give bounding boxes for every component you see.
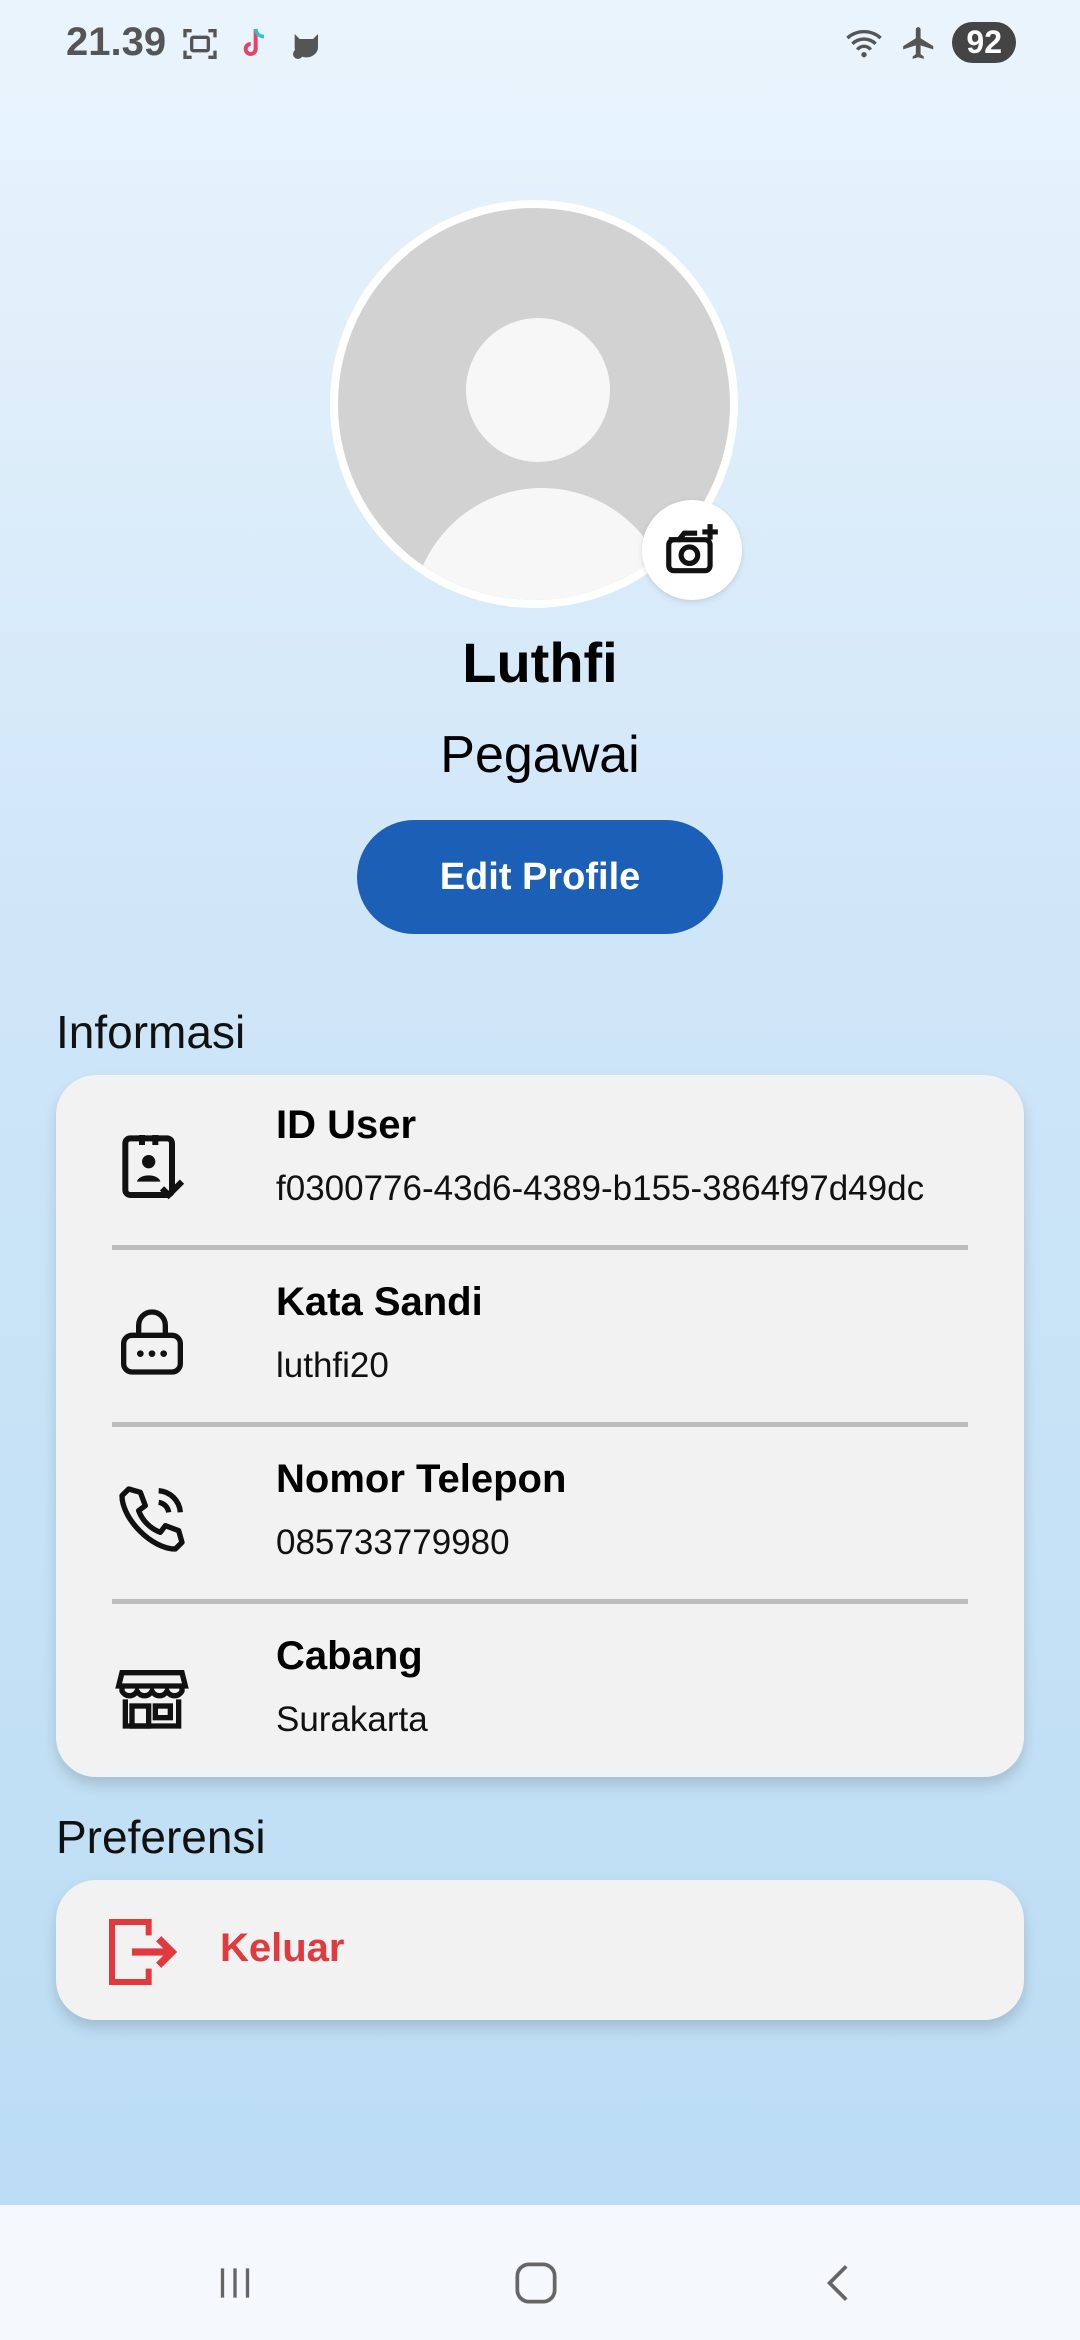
user-name: Luthfi: [462, 631, 618, 694]
status-time: 21.39: [66, 20, 167, 64]
logout-label: Keluar: [220, 1926, 345, 1970]
phone-icon: [119, 1486, 185, 1552]
system-icons: 92: [842, 22, 1016, 63]
info-label: ID User: [276, 1103, 417, 1147]
store-icon: [115, 1670, 189, 1729]
info-row-password: Kata Sandi luthfi20: [112, 1252, 1024, 1402]
avatar-head-shape: [466, 318, 610, 462]
id-badge-icon: [122, 1135, 185, 1200]
screenshot-icon: [183, 29, 217, 59]
home-button[interactable]: [496, 2243, 576, 2323]
recent-apps-button[interactable]: [195, 2243, 275, 2323]
notification-icons: [180, 24, 328, 64]
status-bar: 21.39 92: [0, 0, 1080, 90]
tiktok-icon: [243, 28, 265, 56]
divider: [112, 1422, 968, 1427]
info-row-branch: Cabang Surakarta: [112, 1606, 1024, 1756]
logout-button[interactable]: Keluar: [56, 1880, 1024, 2020]
info-row-phone: Nomor Telepon 085733779980: [112, 1429, 1024, 1579]
lock-icon: [121, 1309, 183, 1375]
info-section-title: Informasi: [56, 1006, 246, 1058]
home-icon: [515, 2262, 557, 2304]
battery-icon: 92: [952, 22, 1016, 63]
user-role: Pegawai: [440, 726, 640, 784]
add-photo-icon: [666, 524, 718, 574]
info-label: Cabang: [276, 1634, 423, 1678]
info-card: ID User f0300776-43d6-4389-b155-3864f97d…: [56, 1075, 1024, 1777]
info-label: Nomor Telepon: [276, 1457, 567, 1501]
logout-icon: [109, 1919, 178, 1985]
back-icon: [826, 2265, 848, 2301]
avatar-body-shape: [412, 488, 672, 600]
change-photo-button[interactable]: [642, 500, 742, 600]
cat-icon: [293, 34, 318, 59]
info-value: luthfi20: [276, 1346, 389, 1385]
preferences-section-title: Preferensi: [56, 1811, 266, 1863]
airplane-mode-icon: [903, 26, 934, 59]
info-value: f0300776-43d6-4389-b155-3864f97d49dc: [276, 1169, 925, 1208]
info-label: Kata Sandi: [276, 1280, 483, 1324]
navigation-bar: [0, 2205, 1080, 2340]
divider: [112, 1245, 968, 1250]
profile-avatar-section: [330, 200, 750, 608]
divider: [112, 1599, 968, 1604]
edit-profile-button[interactable]: Edit Profile: [357, 820, 723, 934]
recent-apps-icon: [220, 2268, 250, 2298]
wifi-icon: [846, 29, 883, 57]
info-row-id-user: ID User f0300776-43d6-4389-b155-3864f97d…: [112, 1075, 1024, 1225]
back-button[interactable]: [800, 2243, 880, 2323]
info-value: 085733779980: [276, 1523, 510, 1562]
info-value: Surakarta: [276, 1700, 428, 1739]
